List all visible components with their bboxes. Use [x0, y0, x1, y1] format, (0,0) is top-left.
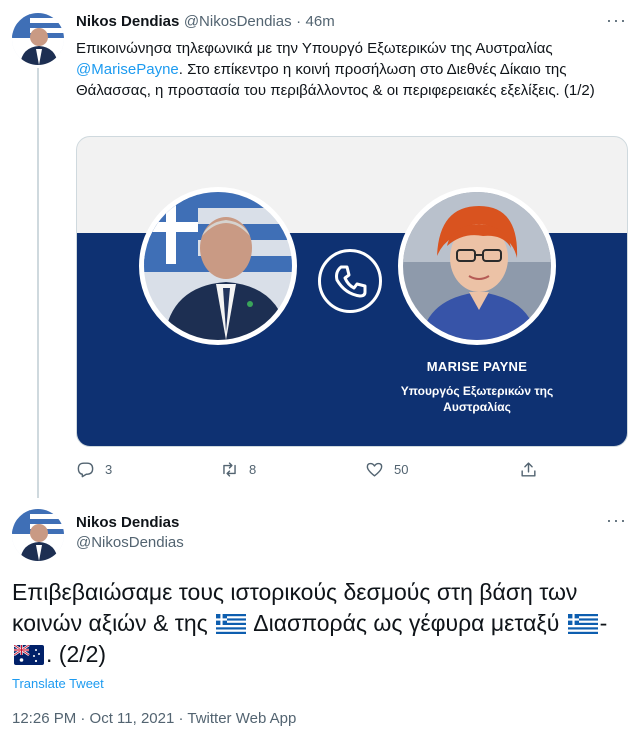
author-handle[interactable]: @NikosDendias: [76, 533, 184, 553]
retweet-count: 8: [249, 462, 257, 477]
tweet-text-part: -: [599, 610, 608, 636]
author-handle[interactable]: @NikosDendias: [184, 13, 292, 30]
greek-flag-icon: [216, 614, 247, 634]
card-person-role: Υπουργός Εξωτερικών της Αυστραλίας: [400, 384, 554, 414]
thread-connector: [37, 68, 39, 498]
payne-photo: [398, 187, 556, 345]
dot-separator: ·: [296, 13, 302, 30]
dendias-photo: [139, 187, 297, 345]
mention-link[interactable]: @MarisePayne: [76, 61, 179, 78]
tweet-header: Nikos Dendias @NikosDendias · 46m: [76, 13, 335, 31]
translate-tweet-link[interactable]: Translate Tweet: [12, 676, 104, 691]
like-button[interactable]: 50: [365, 460, 408, 479]
australian-flag-icon: [14, 645, 44, 665]
author-avatar[interactable]: [12, 13, 64, 65]
retweet-button[interactable]: 8: [220, 460, 256, 479]
tweet-text-part: Επικοινώνησα τηλεφωνικά με την Υπουργό Ε…: [76, 40, 553, 57]
share-button[interactable]: [519, 460, 538, 479]
more-options-icon[interactable]: ···: [606, 510, 627, 531]
tweet-text: Επιβεβαιώσαμε τους ιστορικούς δεσμούς στ…: [12, 577, 622, 670]
heart-icon: [366, 462, 383, 477]
tweet-text-part: Διασποράς ως γέφυρα μεταξύ: [248, 610, 566, 636]
tweet-header: Nikos Dendias @NikosDendias: [76, 513, 184, 553]
phone-icon: [318, 249, 382, 313]
more-options-icon[interactable]: ···: [606, 10, 627, 31]
tweet-text: Επικοινώνησα τηλεφωνικά με την Υπουργό Ε…: [76, 38, 626, 101]
greek-flag-icon: [567, 614, 598, 634]
retweet-icon: [223, 462, 236, 477]
tweet-actions: 3 8 50: [76, 460, 556, 484]
tweet-text-part: . (2/2): [46, 641, 107, 667]
tweet-media-card[interactable]: MARISE PAYNE Υπουργός Εξωτερικών της Αυσ…: [76, 136, 628, 447]
author-name[interactable]: Nikos Dendias: [76, 13, 179, 30]
author-name[interactable]: Nikos Dendias: [76, 513, 184, 533]
tweet-time[interactable]: 46m: [306, 13, 335, 30]
reply-button[interactable]: 3: [76, 460, 112, 479]
reply-count: 3: [105, 462, 113, 477]
card-person-name: MARISE PAYNE: [426, 359, 528, 374]
tweet-timestamp[interactable]: 12:26 PM · Oct 11, 2021 · Twitter Web Ap…: [12, 710, 296, 727]
like-count: 50: [394, 462, 409, 477]
reply-icon: [77, 462, 94, 478]
share-icon: [521, 462, 536, 477]
author-avatar[interactable]: [12, 509, 64, 561]
